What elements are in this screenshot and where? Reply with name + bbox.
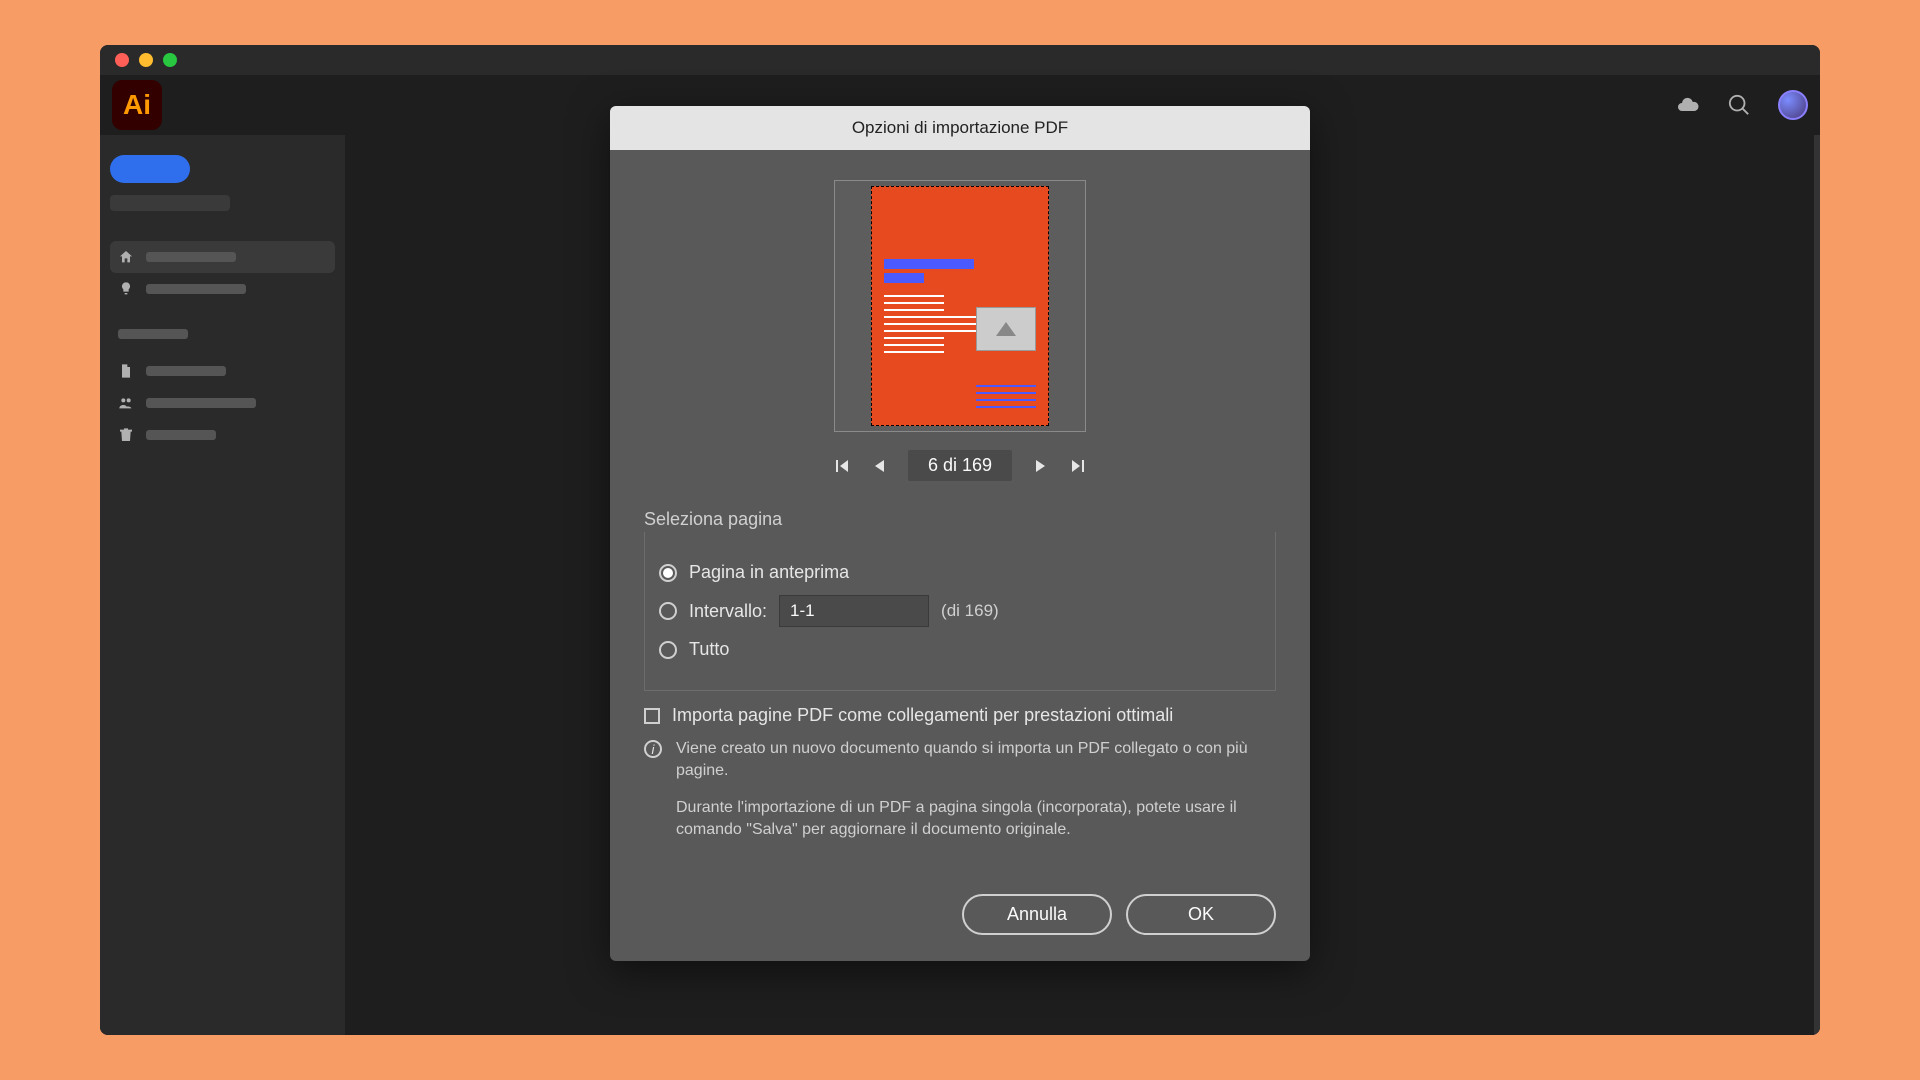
range-total-label: (di 169) (941, 601, 999, 621)
sidebar-item-shared[interactable] (110, 387, 335, 419)
document-icon (118, 363, 134, 379)
app-window: Ai (100, 45, 1820, 1035)
info-icon: i (644, 740, 662, 758)
page-indicator[interactable]: 6 di 169 (908, 450, 1012, 481)
checkbox-import-as-links-label: Importa pagine PDF come collegamenti per… (672, 705, 1173, 726)
window-minimize-button[interactable] (139, 53, 153, 67)
trash-icon (118, 427, 134, 443)
page-preview (834, 180, 1086, 432)
cancel-button[interactable]: Annulla (962, 894, 1112, 935)
sidebar-placeholder (110, 195, 230, 211)
select-page-fieldset: Pagina in anteprima Intervallo: (di 169)… (644, 532, 1276, 691)
page-navigation: 6 di 169 (644, 450, 1276, 481)
preview-page-thumbnail (871, 186, 1049, 426)
radio-all[interactable] (659, 641, 677, 659)
next-page-icon[interactable] (1034, 459, 1048, 473)
scrollbar-vertical[interactable] (1814, 135, 1820, 1035)
info-text-1: Viene creato un nuovo documento quando s… (676, 738, 1276, 783)
sidebar-item-learn[interactable] (110, 273, 335, 305)
range-input[interactable] (779, 595, 929, 627)
sidebar (100, 135, 345, 1035)
cloud-icon[interactable] (1676, 93, 1700, 117)
last-page-icon[interactable] (1070, 458, 1086, 474)
window-maximize-button[interactable] (163, 53, 177, 67)
prev-page-icon[interactable] (872, 459, 886, 473)
user-avatar[interactable] (1778, 90, 1808, 120)
window-close-button[interactable] (115, 53, 129, 67)
info-block: i Viene creato un nuovo documento quando… (644, 738, 1276, 856)
radio-range[interactable] (659, 602, 677, 620)
sidebar-item-files[interactable] (110, 355, 335, 387)
radio-range-label: Intervallo: (689, 601, 767, 622)
checkbox-import-as-links[interactable] (644, 708, 660, 724)
radio-all-label: Tutto (689, 639, 729, 660)
pdf-import-dialog: Opzioni di importazione PDF (610, 106, 1310, 961)
sidebar-item-deleted[interactable] (110, 419, 335, 451)
ok-button[interactable]: OK (1126, 894, 1276, 935)
info-text-2: Durante l'importazione di un PDF a pagin… (676, 797, 1276, 842)
first-page-icon[interactable] (834, 458, 850, 474)
sidebar-item-home[interactable] (110, 241, 335, 273)
sidebar-primary-button[interactable] (110, 155, 190, 183)
app-logo: Ai (112, 80, 162, 130)
search-icon[interactable] (1728, 94, 1750, 116)
people-icon (118, 395, 134, 411)
current-page: 6 (928, 455, 938, 475)
radio-page-preview[interactable] (659, 564, 677, 582)
lightbulb-icon (118, 281, 134, 297)
titlebar (100, 45, 1820, 75)
total-pages: 169 (962, 455, 992, 475)
dialog-title: Opzioni di importazione PDF (610, 106, 1310, 150)
select-page-label: Seleziona pagina (644, 509, 1276, 530)
radio-page-preview-label: Pagina in anteprima (689, 562, 849, 583)
home-icon (118, 249, 134, 265)
